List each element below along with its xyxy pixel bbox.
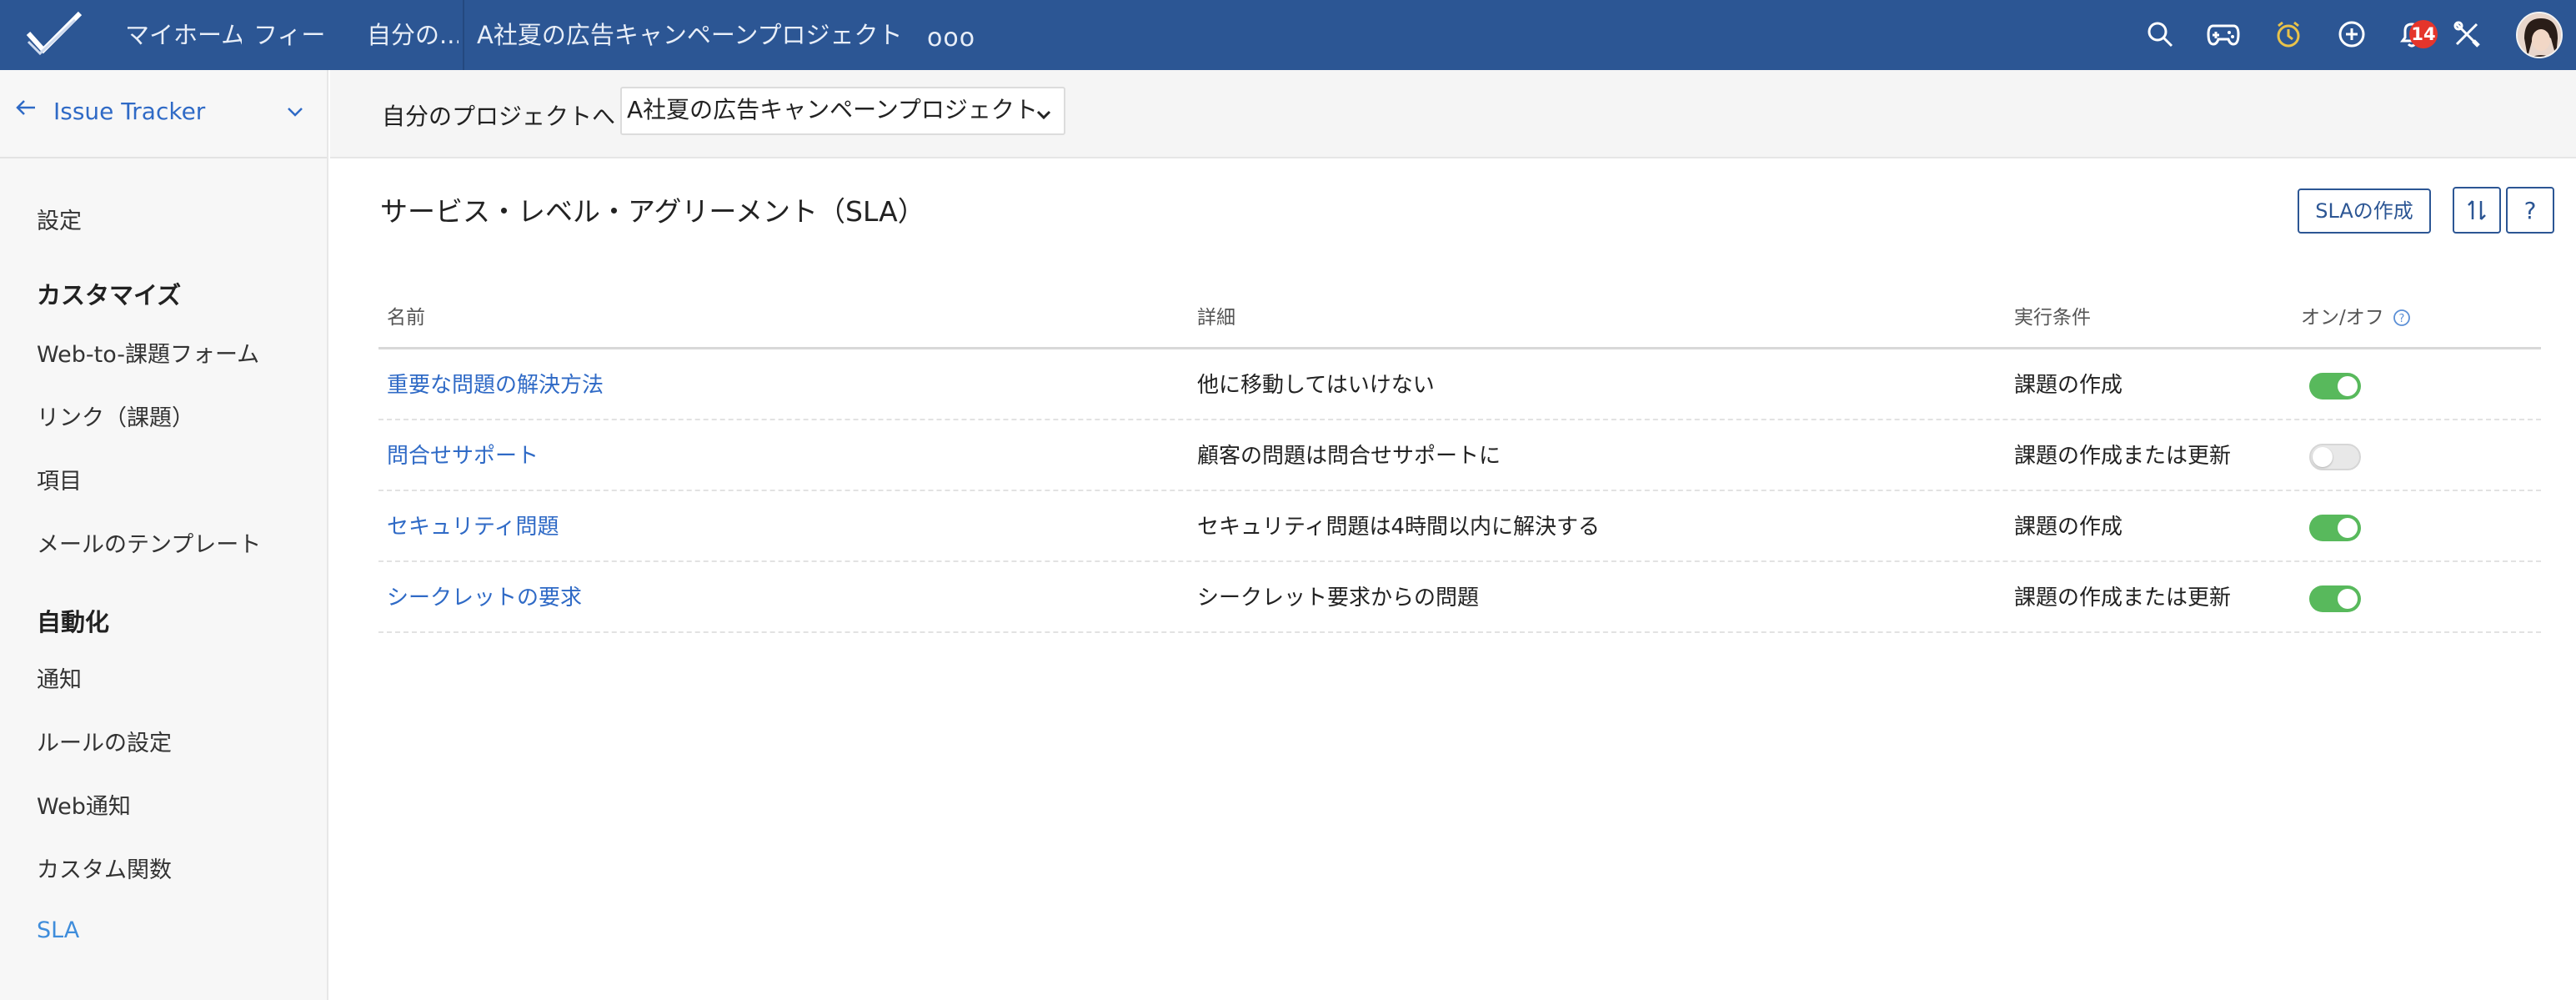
toggle-knob xyxy=(2338,589,2358,609)
sla-toggle[interactable] xyxy=(2309,585,2361,612)
sla-detail: シークレット要求からの問題 xyxy=(1197,585,1480,611)
nav-my-projects[interactable]: 自分の... xyxy=(367,17,459,53)
sla-toggle[interactable] xyxy=(2309,444,2361,470)
add-icon[interactable] xyxy=(2333,15,2371,53)
sidebar-item-web-notifications[interactable]: Web通知 xyxy=(37,791,131,824)
project-select[interactable]: A社夏の広告キャンペーンプロジェクト xyxy=(620,87,1065,135)
table-row: 問合せサポート 顧客の問題は問合せサポートに 課題の作成または更新 xyxy=(378,420,2541,491)
help-icon[interactable]: ? xyxy=(2393,309,2411,327)
sla-detail: 顧客の問題は問合せサポートに xyxy=(1197,444,1501,469)
sla-detail: 他に移動してはいけない xyxy=(1197,373,1435,398)
column-header-name: 名前 xyxy=(387,307,425,329)
timer-icon[interactable] xyxy=(2269,15,2308,53)
sla-condition: 課題の作成または更新 xyxy=(2014,585,2232,611)
sla-condition: 課題の作成 xyxy=(2014,515,2123,540)
project-select-value: A社夏の広告キャンペーンプロジェクト xyxy=(627,96,1038,123)
more-menu-icon[interactable]: ooo xyxy=(927,23,975,53)
table-row: セキュリティ問題 セキュリティ問題は4時間以内に解決する 課題の作成 xyxy=(378,491,2541,562)
page-title: サービス・レベル・アグリーメント（SLA） xyxy=(380,195,925,228)
sidebar-item-settings[interactable]: 設定 xyxy=(37,205,82,239)
toggle-knob xyxy=(2338,376,2358,396)
gamepad-icon[interactable] xyxy=(2204,15,2243,53)
project-jump-label: 自分のプロジェクトへ xyxy=(382,103,616,130)
sort-icon xyxy=(2468,200,2486,220)
avatar[interactable] xyxy=(2516,12,2563,58)
sidebar-item-fields[interactable]: 項目 xyxy=(37,465,82,499)
sidebar-section-automation: 自動化 xyxy=(37,608,110,636)
sidebar-item-notifications[interactable]: 通知 xyxy=(37,664,82,697)
nav-current-project[interactable]: A社夏の広告キャンペーンプロジェクト xyxy=(477,17,910,53)
sla-detail: セキュリティ問題は4時間以内に解決する xyxy=(1197,515,1600,540)
column-header-condition: 実行条件 xyxy=(2014,307,2091,329)
table-row: シークレットの要求 シークレット要求からの問題 課題の作成または更新 xyxy=(378,562,2541,633)
top-nav: マイホーム フィー 自分の... A社夏の広告キャンペーンプロジェクト ooo … xyxy=(0,0,2576,70)
nav-home[interactable]: マイホーム xyxy=(125,17,242,53)
sidebar-item-sla[interactable]: SLA xyxy=(37,914,79,947)
sidebar-item-custom-functions[interactable]: カスタム関数 xyxy=(37,854,172,887)
sla-name-link[interactable]: セキュリティ問題 xyxy=(387,511,559,543)
sidebar-item-web-to-issue-form[interactable]: Web-to-課題フォーム xyxy=(37,339,259,372)
sla-name-link[interactable]: 重要な問題の解決方法 xyxy=(387,369,604,401)
sidebar-app-title[interactable]: Issue Tracker xyxy=(53,95,205,128)
sort-button[interactable] xyxy=(2453,187,2501,234)
sla-toggle[interactable] xyxy=(2309,373,2361,399)
sidebar-item-email-templates[interactable]: メールのテンプレート xyxy=(37,529,261,562)
sla-toggle[interactable] xyxy=(2309,515,2361,541)
search-icon[interactable] xyxy=(2141,15,2179,53)
sidebar-section-customize: カスタマイズ xyxy=(37,281,182,309)
sidebar-item-rules[interactable]: ルールの設定 xyxy=(37,727,172,761)
table-row: 重要な問題の解決方法 他に移動してはいけない 課題の作成 xyxy=(378,349,2541,420)
sidebar-header: Issue Tracker xyxy=(0,70,327,158)
toggle-knob xyxy=(2338,518,2358,538)
back-arrow-icon[interactable] xyxy=(13,95,38,120)
sidebar: Issue Tracker 設定 カスタマイズ Web-to-課題フォーム リン… xyxy=(0,70,328,1000)
sla-name-link[interactable]: 問合せサポート xyxy=(387,440,539,472)
help-button[interactable]: ? xyxy=(2506,187,2554,234)
svg-text:?: ? xyxy=(2399,313,2405,325)
column-header-onoff: オン/オフ xyxy=(2301,307,2384,329)
sla-condition: 課題の作成 xyxy=(2014,373,2123,398)
chevron-down-icon[interactable] xyxy=(285,102,305,122)
check-logo-icon[interactable] xyxy=(25,8,85,58)
toggle-knob xyxy=(2313,447,2333,467)
sla-condition: 課題の作成または更新 xyxy=(2014,444,2232,469)
sidebar-item-links[interactable]: リンク（課題） xyxy=(37,402,194,435)
notification-count-badge: 14 xyxy=(2409,20,2438,48)
sla-name-link[interactable]: シークレットの要求 xyxy=(387,582,582,614)
create-sla-button[interactable]: SLAの作成 xyxy=(2298,188,2431,234)
tools-icon[interactable] xyxy=(2448,15,2486,53)
chevron-down-icon xyxy=(1034,107,1054,123)
nav-divider xyxy=(463,0,464,70)
column-header-detail: 詳細 xyxy=(1197,307,1235,329)
nav-feed[interactable]: フィー xyxy=(253,17,330,53)
